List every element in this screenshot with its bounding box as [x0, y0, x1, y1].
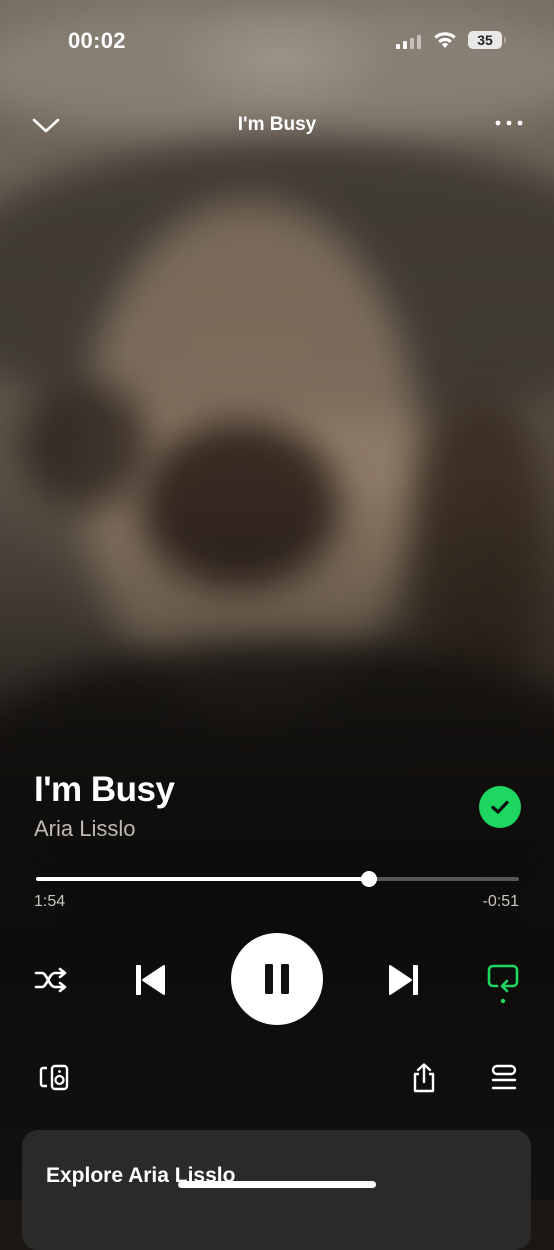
progress-fill — [36, 877, 370, 881]
liked-check-button[interactable] — [479, 786, 521, 828]
progress-bar[interactable] — [36, 871, 519, 887]
shuffle-button[interactable] — [32, 962, 70, 998]
battery-indicator: 35 — [468, 31, 506, 49]
connect-device-icon — [39, 1064, 69, 1091]
wifi-icon — [434, 32, 456, 48]
track-title[interactable]: I'm Busy — [34, 770, 175, 810]
share-button[interactable] — [408, 1062, 440, 1094]
share-icon — [413, 1063, 435, 1093]
pause-button[interactable] — [231, 933, 323, 1025]
track-artist[interactable]: Aria Lisslo — [34, 816, 135, 842]
progress-handle[interactable] — [361, 871, 378, 887]
previous-button[interactable] — [130, 960, 170, 1000]
connect-device-button[interactable] — [36, 1062, 72, 1094]
queue-button[interactable] — [488, 1062, 520, 1094]
explore-artist-card[interactable]: Explore Aria Lisslo — [22, 1130, 531, 1250]
repeat-button[interactable] — [483, 958, 523, 1006]
cellular-signal-icon — [396, 33, 424, 49]
elapsed-time: 1:54 — [34, 893, 66, 910]
shuffle-icon — [34, 967, 67, 993]
skip-previous-icon — [136, 965, 165, 995]
repeat-icon — [487, 964, 519, 1004]
remaining-time: -0:51 — [482, 893, 519, 910]
skip-next-icon — [389, 965, 418, 995]
more-options-icon[interactable] — [492, 112, 526, 134]
queue-icon — [491, 1064, 517, 1090]
home-indicator[interactable] — [178, 1181, 376, 1188]
next-button[interactable] — [384, 960, 424, 1000]
status-time: 00:02 — [68, 28, 126, 53]
pause-icon — [265, 964, 289, 994]
header-title: I'm Busy — [237, 114, 317, 135]
check-icon — [491, 800, 509, 814]
